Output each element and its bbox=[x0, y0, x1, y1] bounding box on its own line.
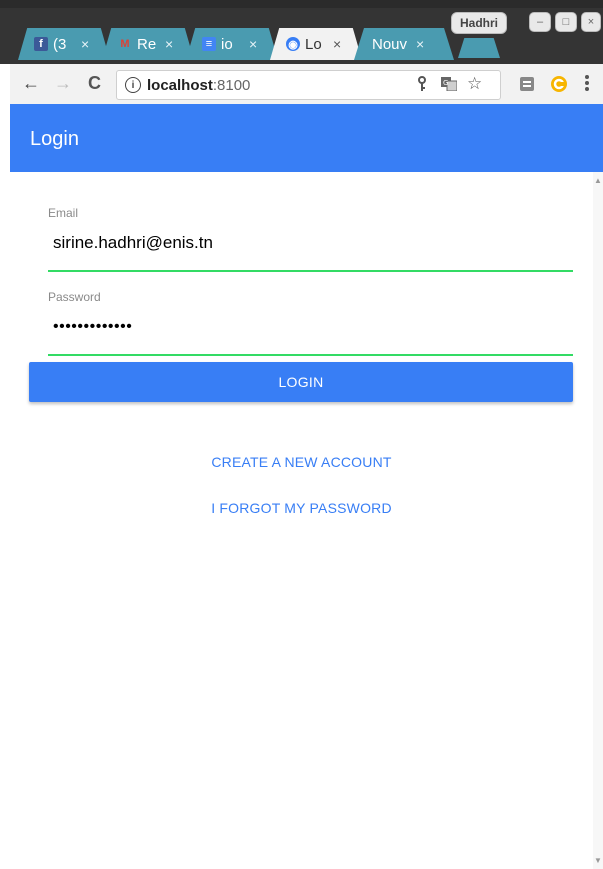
address-bar[interactable]: i localhost :8100 G ☆ bbox=[116, 70, 501, 100]
forward-icon[interactable]: → bbox=[54, 73, 72, 94]
app-header: Login bbox=[10, 104, 603, 172]
forgot-password-button[interactable]: I FORGOT MY PASSWORD bbox=[10, 500, 593, 516]
url-host: localhost bbox=[147, 76, 213, 94]
translate-icon[interactable]: G bbox=[441, 77, 458, 96]
tab-facebook[interactable]: f (3 × bbox=[18, 28, 110, 60]
extension-orange-icon[interactable] bbox=[550, 75, 568, 98]
ionic-icon: ◉ bbox=[286, 37, 300, 51]
tab-gmail[interactable]: M Re × bbox=[102, 28, 194, 60]
tab-close-icon[interactable]: × bbox=[165, 36, 173, 52]
gmail-icon: M bbox=[120, 38, 130, 50]
scroll-up-icon[interactable]: ▲ bbox=[593, 176, 603, 185]
tab-title: io bbox=[221, 35, 233, 53]
scroll-down-icon[interactable]: ▼ bbox=[593, 856, 603, 865]
minimize-button[interactable]: – bbox=[529, 12, 551, 32]
tab-login-active[interactable]: ◉ Lo × bbox=[270, 28, 362, 60]
page-title: Login bbox=[30, 128, 79, 150]
titlebar-edge bbox=[0, 0, 603, 8]
docs-icon: ≡ bbox=[202, 37, 216, 51]
email-label: Email bbox=[48, 206, 79, 220]
tab-docs[interactable]: ≡ io × bbox=[186, 28, 278, 60]
key-icon[interactable] bbox=[417, 76, 427, 95]
info-icon[interactable]: i bbox=[125, 77, 141, 93]
tab-title: Re bbox=[137, 35, 157, 53]
login-button[interactable]: LOGIN bbox=[29, 362, 573, 402]
tab-title: Lo bbox=[305, 35, 322, 53]
tab-title: Nouv bbox=[372, 35, 408, 53]
create-account-button[interactable]: CREATE A NEW ACCOUNT bbox=[10, 454, 593, 470]
tab-title: (3 bbox=[53, 35, 67, 53]
tab-new[interactable]: Nouv × bbox=[354, 28, 454, 60]
back-icon[interactable]: ← bbox=[22, 73, 40, 94]
tab-close-icon[interactable]: × bbox=[81, 36, 89, 52]
email-field[interactable]: sirine.hadhri@enis.tn bbox=[53, 233, 213, 253]
menu-icon[interactable] bbox=[585, 74, 589, 97]
tab-close-icon[interactable]: × bbox=[333, 36, 341, 52]
reload-icon[interactable]: C bbox=[88, 73, 101, 94]
maximize-button[interactable]: □ bbox=[555, 12, 577, 32]
facebook-icon: f bbox=[34, 37, 48, 51]
tab-close-icon[interactable]: × bbox=[249, 36, 257, 52]
svg-text:G: G bbox=[443, 79, 448, 87]
bookmark-star-icon[interactable]: ☆ bbox=[467, 74, 482, 94]
close-window-button[interactable]: × bbox=[581, 12, 601, 32]
tab-strip: f (3 × M Re × ≡ io × ◉ Lo × Nouv × bbox=[18, 28, 500, 60]
browser-titlebar: f (3 × M Re × ≡ io × ◉ Lo × Nouv × Hadhr… bbox=[0, 0, 603, 64]
tab-close-icon[interactable]: × bbox=[416, 36, 424, 52]
password-field[interactable]: ••••••••••••• bbox=[53, 318, 132, 336]
password-label: Password bbox=[48, 290, 101, 304]
login-content: Email sirine.hadhri@enis.tn Password •••… bbox=[10, 172, 593, 869]
email-underline bbox=[48, 270, 573, 272]
new-tab-button[interactable] bbox=[458, 38, 500, 58]
profile-button[interactable]: Hadhri bbox=[451, 12, 508, 34]
extension-icon[interactable] bbox=[520, 77, 534, 96]
browser-toolbar: ← → C i localhost :8100 G ☆ bbox=[10, 64, 603, 105]
url-port: :8100 bbox=[212, 76, 251, 94]
page-scrollbar[interactable]: ▲ ▼ bbox=[593, 172, 603, 869]
password-underline bbox=[48, 354, 573, 356]
